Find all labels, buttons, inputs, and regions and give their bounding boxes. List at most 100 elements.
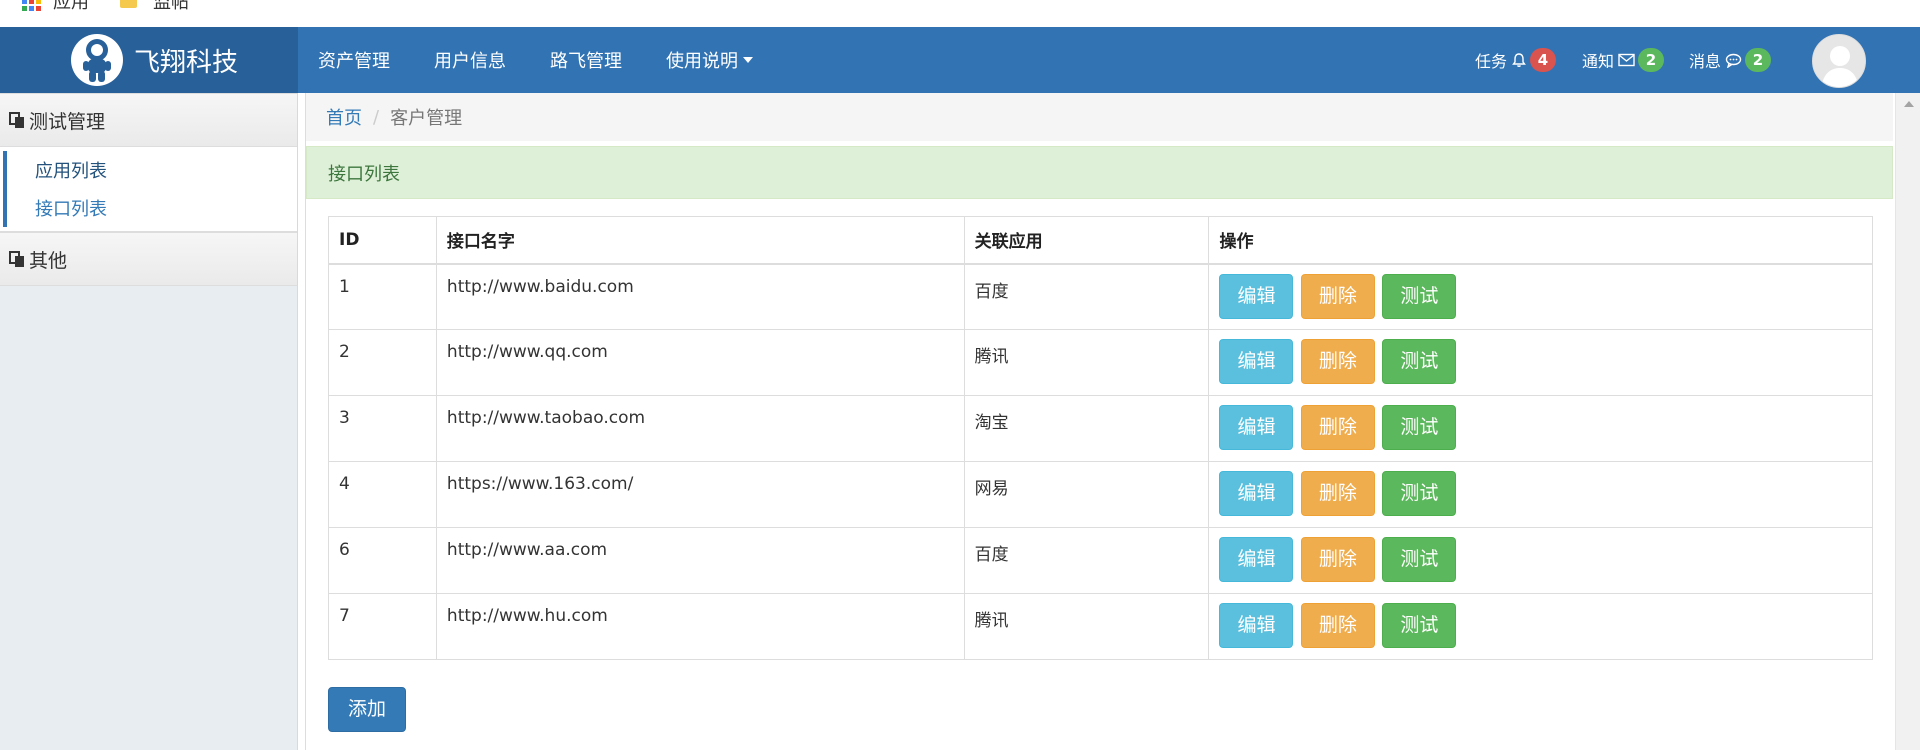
test-button[interactable]: 测试 — [1382, 405, 1457, 450]
test-button[interactable]: 测试 — [1382, 603, 1457, 648]
sidebar-group-test-management[interactable]: 测试管理 — [0, 93, 297, 147]
cell-name: http://www.hu.com — [435, 593, 965, 660]
main-content: 首页 / 客户管理 接口列表 ID 接口名字 关联应用 操作 1 http://w… — [305, 93, 1893, 750]
cell-name: http://www.aa.com — [435, 527, 965, 594]
sidebar-group-other[interactable]: 其他 — [0, 232, 297, 286]
sidebar-group-label: 其他 — [29, 249, 68, 272]
cell-actions: 编辑 删除 测试 — [1208, 329, 1873, 396]
col-header-name: 接口名字 — [435, 216, 965, 265]
col-header-actions: 操作 — [1208, 216, 1873, 265]
cell-name: http://www.taobao.com — [435, 395, 965, 462]
cell-app: 百度 — [963, 527, 1210, 594]
delete-button[interactable]: 删除 — [1300, 405, 1375, 450]
sidebar: 测试管理 应用列表 接口列表 其他 — [0, 93, 298, 750]
messages-label: 消息 — [1689, 52, 1722, 71]
bookmark-folder-label: 监帖 — [153, 0, 189, 13]
test-button[interactable]: 测试 — [1382, 339, 1457, 384]
main-menu: 资产管理 用户信息 路飞管理 使用说明 — [298, 27, 777, 93]
cell-app: 腾讯 — [963, 329, 1210, 396]
table-body: 1 http://www.baidu.com 百度 编辑 删除 测试 2 http://w… — [328, 263, 1873, 660]
delete-button[interactable]: 删除 — [1300, 603, 1375, 648]
cell-id: 3 — [328, 395, 437, 462]
notices-label: 通知 — [1582, 52, 1615, 71]
test-button[interactable]: 测试 — [1382, 537, 1457, 582]
tasks-label: 任务 — [1475, 52, 1508, 71]
cell-id: 2 — [328, 329, 437, 396]
folder-icon — [120, 0, 137, 8]
edit-button[interactable]: 编辑 — [1219, 471, 1294, 516]
edit-button[interactable]: 编辑 — [1219, 603, 1294, 648]
bookmark-apps[interactable]: 应用 — [22, 0, 89, 13]
delete-button[interactable]: 删除 — [1300, 471, 1375, 516]
cell-name: http://www.qq.com — [435, 329, 965, 396]
api-table: ID 接口名字 关联应用 操作 1 http://www.baidu.com 百度编… — [328, 216, 1873, 660]
brand-name: 飞翔科技 — [134, 47, 239, 78]
breadcrumb-home-link[interactable]: 首页 — [326, 104, 362, 130]
brand[interactable]: 飞翔科技 — [0, 27, 298, 93]
scroll-up-arrow-icon[interactable] — [1904, 101, 1914, 107]
cell-id: 1 — [328, 263, 437, 330]
bell-icon — [1512, 53, 1526, 68]
table-row: 7 http://www.hu.com 腾讯 编辑 删除 测试 — [328, 593, 1873, 660]
table-row: 3 http://www.taobao.com 淘宝 编辑 删除 测试 — [328, 395, 1873, 462]
cell-name: https://www.163.com/ — [435, 461, 965, 528]
cell-name: http://www.baidu.com — [435, 263, 965, 330]
cell-id: 7 — [328, 593, 437, 660]
vertical-scrollbar[interactable] — [1895, 93, 1920, 750]
user-avatar-icon[interactable] — [1812, 34, 1866, 88]
edit-button[interactable]: 编辑 — [1219, 405, 1294, 450]
table-row: 6 http://www.aa.com 百度 编辑 删除 测试 — [328, 527, 1873, 594]
table-row: 2 http://www.qq.com 腾讯 编辑 删除 测试 — [328, 329, 1873, 396]
cell-actions: 编辑 删除 测试 — [1208, 593, 1873, 660]
delete-button[interactable]: 删除 — [1300, 537, 1375, 582]
nav-asset-management[interactable]: 资产管理 — [298, 27, 410, 93]
cell-app: 网易 — [963, 461, 1210, 528]
tasks-link[interactable]: 任务 4 — [1475, 47, 1557, 73]
cell-id: 4 — [328, 461, 437, 528]
bookmark-apps-label: 应用 — [53, 0, 89, 13]
notices-link[interactable]: 通知 2 — [1582, 47, 1665, 73]
col-header-app: 关联应用 — [963, 216, 1210, 265]
test-button[interactable]: 测试 — [1382, 471, 1457, 516]
copy-icon — [9, 111, 24, 128]
nav-usage-guide-dropdown[interactable]: 使用说明 — [646, 27, 773, 93]
apps-grid-icon — [22, 0, 41, 11]
messages-count-badge: 2 — [1745, 48, 1772, 72]
top-navbar: 飞翔科技 资产管理 用户信息 路飞管理 使用说明 任务 4 通知 2 消息 2 — [0, 27, 1920, 93]
edit-button[interactable]: 编辑 — [1219, 273, 1294, 319]
col-header-id: ID — [328, 216, 437, 265]
add-button[interactable]: 添加 — [328, 687, 407, 732]
panel-title: 接口列表 — [306, 146, 1893, 199]
breadcrumb-separator: / — [373, 106, 380, 128]
cell-actions: 编辑 删除 测试 — [1208, 527, 1873, 594]
table-row: 4 https://www.163.com/网易 编辑 删除 测试 — [328, 461, 1873, 528]
cell-app: 腾讯 — [963, 593, 1210, 660]
envelope-icon — [1618, 53, 1635, 67]
delete-button[interactable]: 删除 — [1300, 339, 1375, 384]
table-row: 1 http://www.baidu.com 百度 编辑 删除 测试 — [328, 263, 1873, 330]
sidebar-item-api-list[interactable]: 接口列表 — [3, 189, 297, 227]
notices-count-badge: 2 — [1638, 48, 1665, 72]
sidebar-group-label: 测试管理 — [29, 110, 106, 133]
breadcrumb: 首页 / 客户管理 — [306, 93, 1893, 141]
copy-icon — [9, 250, 24, 267]
messages-link[interactable]: 消息 2 — [1689, 47, 1772, 73]
bookmark-folder[interactable]: 监帖 — [120, 0, 189, 13]
comment-icon — [1725, 53, 1742, 68]
sidebar-item-app-list[interactable]: 应用列表 — [3, 151, 297, 189]
nav-user-info[interactable]: 用户信息 — [414, 27, 526, 93]
test-button[interactable]: 测试 — [1382, 273, 1457, 319]
cell-actions: 编辑 删除 测试 — [1208, 461, 1873, 528]
nav-lufei-management[interactable]: 路飞管理 — [530, 27, 642, 93]
astronaut-logo-icon — [71, 34, 123, 86]
table-header-row: ID 接口名字 关联应用 操作 — [328, 216, 1873, 265]
edit-button[interactable]: 编辑 — [1219, 537, 1294, 582]
cell-app: 淘宝 — [963, 395, 1210, 462]
breadcrumb-current: 客户管理 — [390, 108, 463, 129]
bookmarks-bar: 应用 监帖 — [0, 0, 1920, 27]
cell-actions: 编辑 删除 测试 — [1208, 395, 1873, 462]
delete-button[interactable]: 删除 — [1300, 273, 1375, 319]
edit-button[interactable]: 编辑 — [1219, 339, 1294, 384]
cell-id: 6 — [328, 527, 437, 594]
nav-usage-guide-label: 使用说明 — [666, 51, 738, 72]
